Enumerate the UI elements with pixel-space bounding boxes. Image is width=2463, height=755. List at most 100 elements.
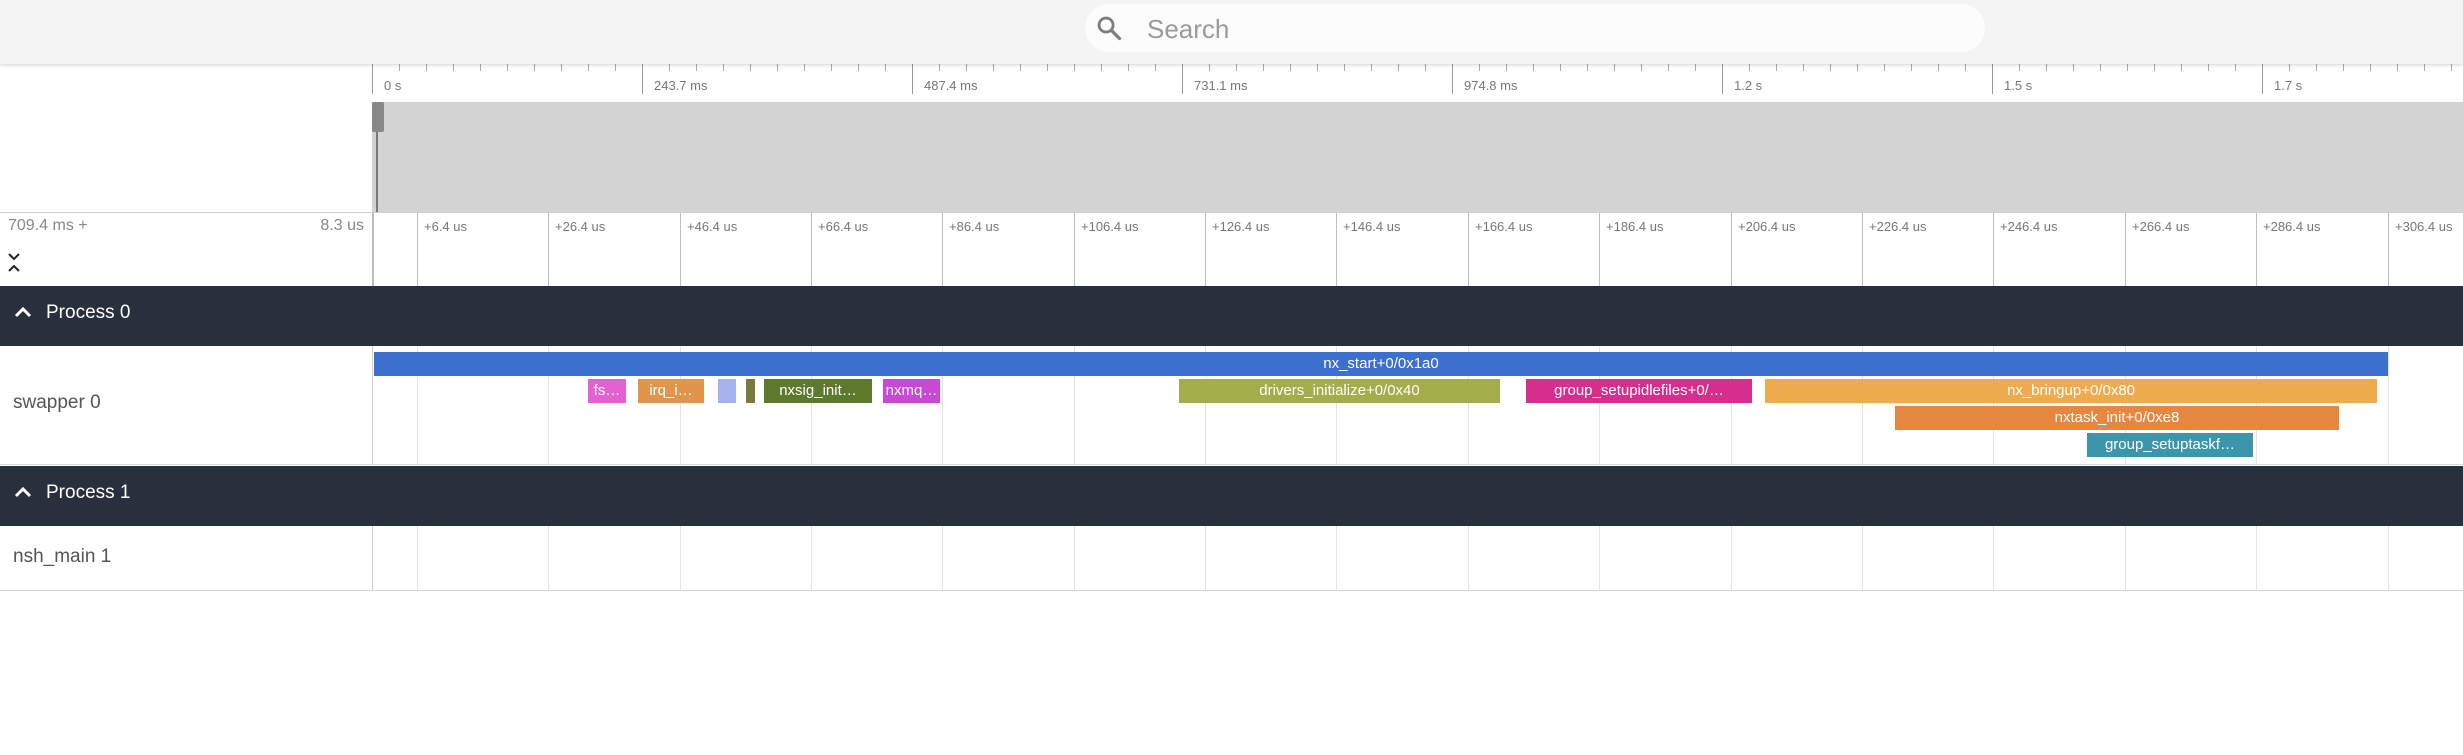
track-area[interactable]: nx_start+0/0x1a0 fs… irq_i… nxsig_init… …: [374, 346, 2463, 464]
grid-line: [417, 526, 418, 590]
overview-time-ruler: 0 s 243.7 ms 487.4 ms 731.1 ms 974.8 ms …: [372, 64, 2463, 102]
overview-minor-tick: [1668, 64, 1669, 71]
overview-minor-tick: [2154, 64, 2155, 71]
overview-tick-label: 1.2 s: [1734, 78, 1763, 93]
overview-minor-tick: [1614, 64, 1615, 71]
overview-minor-tick: [1857, 64, 1858, 71]
grid-line: [1731, 526, 1732, 590]
process-title: Process 0: [46, 302, 131, 323]
detail-tick: [1599, 213, 1600, 287]
grid-line: [942, 526, 943, 590]
overview-minor-tick: [1020, 64, 1021, 71]
detail-time-ruler: +6.4 us +26.4 us +46.4 us +66.4 us +86.4…: [374, 213, 2463, 287]
overview-minor-tick: [1938, 64, 1939, 71]
process-header-1[interactable]: Process 1: [0, 466, 2463, 526]
slice-unlabeled-2[interactable]: [746, 379, 755, 403]
slice-nxsig-initialize[interactable]: nxsig_init…: [764, 379, 872, 403]
detail-tick: [1205, 213, 1206, 287]
detail-tick-label: +206.4 us: [1738, 219, 1796, 234]
detail-tick: [1468, 213, 1469, 287]
search-box[interactable]: [1085, 4, 1985, 52]
overview-drag-handle[interactable]: [372, 102, 384, 132]
overview-minor-tick: [2397, 64, 2398, 71]
slice-irq-initialize[interactable]: irq_i…: [638, 379, 704, 403]
grid-line: [1468, 526, 1469, 590]
overview-minor-tick: [939, 64, 940, 71]
slice-nx-start[interactable]: nx_start+0/0x1a0: [374, 352, 2388, 376]
track-row-swapper: swapper 0 nx_start+0/0x1a0 fs… irq_i… nx…: [0, 346, 2463, 465]
detail-tick-label: +246.4 us: [2000, 219, 2058, 234]
slice-nx-bringup[interactable]: nx_bringup+0/0x80: [1765, 379, 2377, 403]
slice-group-setupidlefiles[interactable]: group_setupidlefiles+0/…: [1526, 379, 1752, 403]
detail-tick-label: +166.4 us: [1475, 219, 1533, 234]
detail-tick: [680, 213, 681, 287]
grid-line: [2256, 526, 2257, 590]
grid-line: [1599, 526, 1600, 590]
time-offset-label: 709.4 ms +: [8, 217, 88, 234]
overview-minor-tick: [1533, 64, 1534, 71]
expand-collapse-all-toggle[interactable]: [6, 249, 26, 279]
overview-minor-tick: [1290, 64, 1291, 71]
grid-line: [2388, 526, 2389, 590]
overview-minor-tick: [2127, 64, 2128, 71]
overview-major-tick: [912, 64, 913, 94]
slice-fs[interactable]: fs…: [588, 379, 626, 403]
overview-minor-tick: [1776, 64, 1777, 71]
top-bar: [0, 0, 2463, 64]
overview-minor-tick: [588, 64, 589, 71]
grid-line: [1074, 526, 1075, 590]
overview-minor-tick: [1560, 64, 1561, 71]
search-input[interactable]: [1145, 10, 1969, 48]
detail-tick-label: +6.4 us: [424, 219, 468, 234]
track-label-cell: swapper 0: [0, 346, 373, 464]
grid-line: [1993, 526, 1994, 590]
detail-tick: [548, 213, 549, 287]
detail-tick: [2388, 213, 2389, 287]
slice-drivers-initialize[interactable]: drivers_initialize+0/0x40: [1179, 379, 1500, 403]
process-header-0[interactable]: Process 0: [0, 286, 2463, 346]
overview-major-tick: [372, 64, 373, 94]
slice-nxmq-initialize[interactable]: nxmq…: [883, 379, 940, 403]
detail-tick-label: +266.4 us: [2132, 219, 2190, 234]
overview-major-tick: [2262, 64, 2263, 94]
overview-minor-tick: [480, 64, 481, 71]
overview-minor-tick: [2451, 64, 2452, 71]
grid-line: [2125, 526, 2126, 590]
overview-minor-tick: [750, 64, 751, 71]
detail-tick: [1074, 213, 1075, 287]
track-panel-header: 709.4 ms + 8.3 us: [0, 213, 374, 287]
overview-minor-tick: [2343, 64, 2344, 71]
track-row-nsh-main: nsh_main 1: [0, 526, 2463, 591]
grid-line: [1862, 526, 1863, 590]
detail-tick-label: +46.4 us: [687, 219, 738, 234]
detail-tick: [1336, 213, 1337, 287]
overview-minor-tick: [1965, 64, 1966, 71]
overview-minor-tick: [453, 64, 454, 71]
slice-group-setuptaskfiles[interactable]: group_setuptaskf…: [2087, 433, 2253, 457]
overview-minor-tick: [615, 64, 616, 71]
overview-major-tick: [1992, 64, 1993, 94]
grid-line: [680, 526, 681, 590]
track-area[interactable]: [374, 526, 2463, 590]
slice-nxtask-init[interactable]: nxtask_init+0/0xe8: [1895, 406, 2339, 430]
detail-tick-label: +26.4 us: [555, 219, 606, 234]
detail-tick: [2125, 213, 2126, 287]
overview-minor-tick: [966, 64, 967, 71]
detail-tick: [417, 213, 418, 287]
overview-minor-tick: [1398, 64, 1399, 71]
detail-tick-label: +146.4 us: [1343, 219, 1401, 234]
grid-line: [1205, 526, 1206, 590]
time-scale-label: 8.3 us: [320, 217, 364, 234]
overview-minor-tick: [2208, 64, 2209, 71]
overview-minor-tick: [2424, 64, 2425, 71]
chevron-up-icon: [14, 306, 32, 318]
detail-tick-label: +186.4 us: [1606, 219, 1664, 234]
overview-tick-label: 974.8 ms: [1464, 78, 1518, 93]
slice-unlabeled-1[interactable]: [718, 379, 736, 403]
overview-major-tick: [1182, 64, 1183, 94]
search-icon: [1097, 16, 1122, 41]
detail-tick-label: +226.4 us: [1869, 219, 1927, 234]
overview-track[interactable]: [372, 102, 2463, 212]
detail-tick-label: +306.4 us: [2395, 219, 2453, 234]
overview-tick-label: 1.5 s: [2004, 78, 2033, 93]
